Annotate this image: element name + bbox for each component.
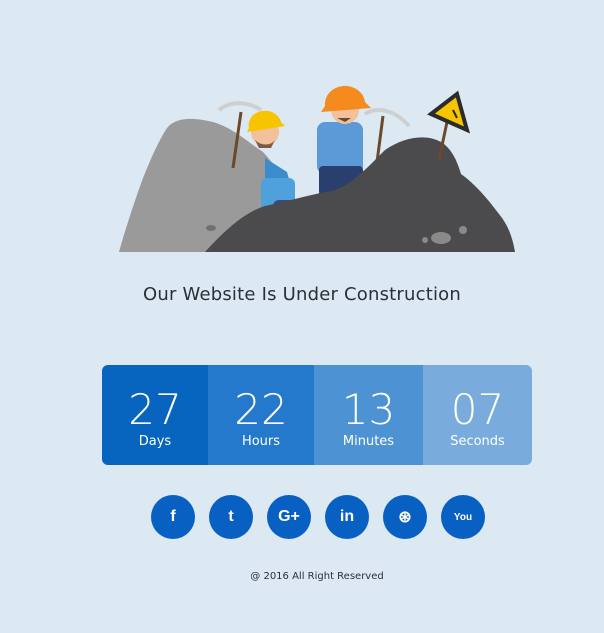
seconds-label: Seconds: [450, 434, 505, 449]
countdown-seconds: 07 Seconds: [423, 365, 532, 465]
countdown-days: 27 Days: [102, 365, 208, 465]
youtube-icon[interactable]: You: [441, 495, 485, 539]
twitter-icon[interactable]: t: [209, 495, 253, 539]
seconds-value: 07: [450, 385, 505, 434]
hours-value: 22: [234, 385, 288, 434]
facebook-icon[interactable]: f: [151, 495, 195, 539]
countdown-timer: 27 Days 22 Hours 13 Minutes 07 Seconds: [102, 365, 532, 465]
countdown-minutes: 13 Minutes: [314, 365, 423, 465]
minutes-label: Minutes: [342, 434, 395, 449]
dribbble-icon[interactable]: ⊛: [383, 495, 427, 539]
page-title: Our Website Is Under Construction: [143, 284, 461, 305]
days-value: 27: [128, 385, 182, 434]
google-plus-icon[interactable]: G+: [267, 495, 311, 539]
hours-label: Hours: [241, 434, 281, 449]
countdown-hours: 22 Hours: [208, 365, 314, 465]
construction-workers-illustration: [119, 85, 515, 252]
social-links: f t G+ in ⊛ You: [151, 495, 485, 539]
days-label: Days: [138, 434, 172, 449]
minutes-value: 13: [341, 385, 396, 434]
linkedin-icon[interactable]: in: [325, 495, 369, 539]
copyright-text: @ 2016 All Right Reserved: [250, 571, 384, 582]
